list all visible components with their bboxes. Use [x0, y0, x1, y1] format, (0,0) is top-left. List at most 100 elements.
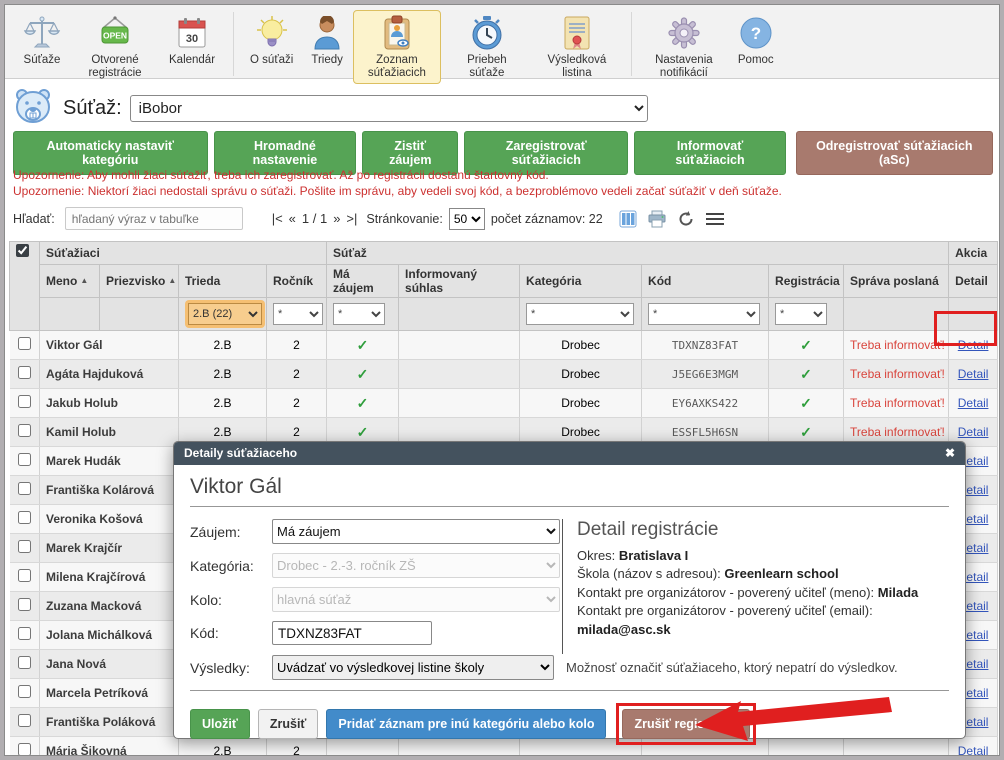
col-priezvisko[interactable]: Priezvisko▲: [100, 265, 179, 298]
app-window: Súťaže OPEN Otvorené registrácie 30 Kale…: [4, 4, 1000, 756]
row-checkbox[interactable]: [18, 395, 31, 408]
toolbar-item-priebeh-sutaze[interactable]: Priebeh súťaže: [443, 10, 531, 84]
suhlas-value: [399, 331, 520, 360]
kategoria-select: Drobec - 2.-3. ročník ZŠ: [272, 553, 560, 578]
print-icon[interactable]: [647, 210, 667, 228]
save-button[interactable]: Uložiť: [190, 709, 250, 739]
row-checkbox[interactable]: [18, 453, 31, 466]
row-checkbox[interactable]: [18, 511, 31, 524]
search-row: Hľadať: |< « 1 / 1 » >| Stránkovanie: 50…: [13, 207, 991, 230]
row-checkbox[interactable]: [18, 627, 31, 640]
pager-prev[interactable]: «: [289, 211, 296, 226]
select-all-cell: [10, 242, 40, 331]
list-icon[interactable]: [705, 211, 725, 227]
col-registracia[interactable]: Registrácia: [769, 265, 844, 298]
gear-icon: [667, 14, 701, 52]
kolo-label: Kolo:: [190, 592, 272, 608]
pager-first[interactable]: |<: [272, 211, 283, 226]
competition-select[interactable]: iBobor: [130, 95, 648, 122]
ma-zaujem-check: ✓: [327, 360, 399, 389]
row-checkbox[interactable]: [18, 685, 31, 698]
col-suhlas[interactable]: Informovaný súhlas: [399, 265, 520, 298]
filter-ma-zaujem-select[interactable]: *: [333, 303, 385, 325]
row-checkbox[interactable]: [18, 743, 31, 756]
detail-link[interactable]: Detail: [958, 396, 989, 410]
toolbar-label: Otvorené registrácie: [79, 54, 151, 80]
rocnik-value: 2: [267, 360, 327, 389]
col-rocnik[interactable]: Ročník: [267, 265, 327, 298]
certificate-icon: [563, 14, 591, 52]
row-checkbox[interactable]: [18, 656, 31, 669]
col-ma-zaujem[interactable]: Má záujem: [327, 265, 399, 298]
detail-link[interactable]: Detail: [958, 425, 989, 439]
detail-link[interactable]: Detail: [958, 744, 989, 756]
row-checkbox[interactable]: [18, 714, 31, 727]
refresh-icon[interactable]: [677, 210, 695, 228]
toolbar-item-o-sutazi[interactable]: O súťaži: [242, 10, 301, 71]
detail-link[interactable]: Detail: [958, 367, 989, 381]
toolbar-item-triedy[interactable]: Triedy: [303, 10, 351, 71]
toolbar-item-nastavenia-notifikacii[interactable]: Nastavenia notifikácií: [640, 10, 728, 84]
toolbar-label: Triedy: [311, 54, 343, 67]
toolbar-item-vysledkova-listina[interactable]: Výsledková listina: [533, 10, 621, 84]
registration-line: Škola (názov s adresou): Greenlearn scho…: [577, 565, 949, 583]
detail-link[interactable]: Detail: [958, 338, 989, 352]
col-sprava[interactable]: Správa poslaná: [844, 265, 949, 298]
row-checkbox-cell: [10, 563, 40, 592]
toolbar-item-otvorene-registracie[interactable]: OPEN Otvorené registrácie: [71, 10, 159, 84]
toolbar-item-sutaze[interactable]: Súťaže: [15, 10, 69, 71]
toolbar-label: Súťaže: [24, 54, 61, 67]
help-icon: ?: [739, 14, 773, 52]
filter-kategoria-select[interactable]: *: [526, 303, 634, 325]
row-checkbox[interactable]: [18, 540, 31, 553]
filter-registracia-select[interactable]: *: [775, 303, 827, 325]
filter-kod-select[interactable]: *: [648, 303, 760, 325]
row-checkbox[interactable]: [18, 569, 31, 582]
toolbar-label: Kalendár: [169, 54, 215, 67]
table-row: Viktor Gál 2.B 2 ✓ Drobec TDXNZ83FAT ✓ T…: [10, 331, 998, 360]
close-icon[interactable]: ✖: [945, 442, 955, 465]
pager-last[interactable]: >|: [346, 211, 357, 226]
row-checkbox[interactable]: [18, 482, 31, 495]
toolbar-item-zoznam-sutaziacich[interactable]: Zoznam súťažiacich: [353, 10, 441, 84]
toolbar-label: Nastavenia notifikácií: [648, 54, 720, 80]
col-kod[interactable]: Kód: [642, 265, 769, 298]
toolbar-item-pomoc[interactable]: ? Pomoc: [730, 10, 782, 71]
competitor-name: Jolana Michálková: [40, 621, 179, 650]
vysledky-select[interactable]: Uvádzať vo výsledkovej listine školy: [272, 655, 554, 680]
warning-line: Upozornenie: Niektorí žiaci nedostali sp…: [13, 183, 782, 199]
row-checkbox[interactable]: [18, 337, 31, 350]
row-checkbox-cell: [10, 505, 40, 534]
filter-row: 2.B (22) * * * * *: [10, 298, 998, 331]
unregister-button[interactable]: Zrušiť registráciu: [622, 709, 750, 739]
toolbar-item-kalendar[interactable]: 30 Kalendár: [161, 10, 223, 71]
kategoria-value: Drobec: [520, 389, 642, 418]
unregister-competitors-button[interactable]: Odregistrovať súťažiacich (aSc): [796, 131, 993, 175]
columns-icon[interactable]: [619, 210, 637, 228]
filter-rocnik-select[interactable]: *: [273, 303, 323, 325]
add-record-button[interactable]: Pridať záznam pre inú kategóriu alebo ko…: [326, 709, 606, 739]
sprava-status: Treba informovať!: [844, 389, 949, 418]
modal-fields: Záujem: Má záujem Kategória: Drobec - 2.…: [190, 519, 562, 654]
select-all-checkbox[interactable]: [16, 244, 29, 257]
pager-next[interactable]: »: [333, 211, 340, 226]
competition-row: Súťaž: iBobor: [13, 87, 648, 130]
row-checkbox[interactable]: [18, 424, 31, 437]
svg-text:30: 30: [186, 33, 198, 45]
search-input[interactable]: [65, 207, 243, 230]
kod-input[interactable]: [272, 621, 432, 645]
row-checkbox[interactable]: [18, 366, 31, 379]
kod-value: J5EG6E3MGM: [642, 360, 769, 389]
cancel-button[interactable]: Zrušiť: [258, 709, 319, 739]
beaver-icon: [13, 87, 53, 130]
toolbar: Súťaže OPEN Otvorené registrácie 30 Kale…: [5, 5, 999, 79]
zaujem-select[interactable]: Má záujem: [272, 519, 560, 544]
col-trieda[interactable]: Trieda: [179, 265, 267, 298]
row-checkbox[interactable]: [18, 598, 31, 611]
page-size-select[interactable]: 50: [449, 208, 485, 230]
detail-cell: Detail: [949, 389, 998, 418]
col-kategoria[interactable]: Kategória: [520, 265, 642, 298]
filter-trieda-select[interactable]: 2.B (22): [188, 303, 262, 325]
sprava-status: Treba informovať!: [844, 360, 949, 389]
col-meno[interactable]: Meno▲: [40, 265, 100, 298]
